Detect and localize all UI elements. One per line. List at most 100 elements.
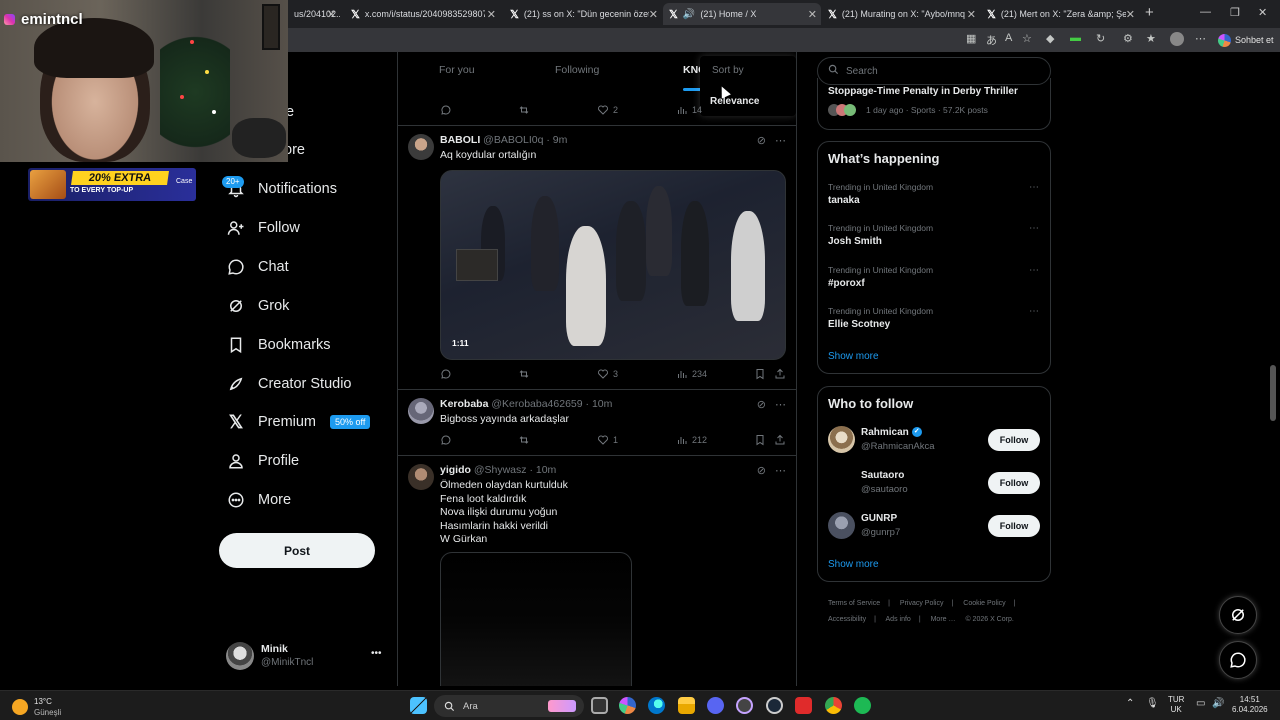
read-aloud-icon[interactable]: A [1005, 32, 1012, 44]
views-button[interactable]: 234 [676, 368, 707, 380]
tweet-author-name[interactable]: yigido [440, 464, 471, 476]
messages-float-button[interactable] [1219, 641, 1257, 679]
avatar[interactable] [408, 134, 434, 160]
show-more-link[interactable]: Show more [828, 351, 879, 362]
footer-link[interactable]: Accessibility [828, 616, 866, 623]
share-icon[interactable] [774, 368, 786, 380]
like-button[interactable]: 3 [597, 368, 618, 380]
tweet-author-name[interactable]: BABOLI [440, 134, 480, 146]
views-button[interactable]: 212 [676, 434, 707, 446]
top-trend-title[interactable]: Stoppage-Time Penalty in Derby Thriller [828, 86, 1018, 97]
sidebar-item-bookmarks[interactable]: Bookmarks [226, 331, 331, 359]
views-button[interactable]: 14 [676, 104, 702, 116]
follow-button[interactable]: Follow [988, 472, 1040, 494]
browser-tab-1[interactable]: us/204102... ✕ [288, 3, 340, 25]
sidebar-item-more[interactable]: More [226, 486, 291, 514]
settings-more-icon[interactable]: ⋯ [1195, 32, 1206, 45]
tweet-time[interactable]: 9m [553, 134, 568, 146]
close-tab-icon[interactable]: ✕ [967, 8, 976, 21]
apps-icon[interactable]: ▦ [966, 32, 976, 45]
extensions-icon[interactable]: ⚙ [1123, 32, 1133, 45]
task-view-icon[interactable] [591, 697, 608, 714]
footer-link[interactable]: More … [931, 616, 956, 623]
browser-tab-3[interactable]: 𝕏 (21) ss on X: "Dün gecenin özeti y... … [504, 3, 662, 25]
tab-knc[interactable]: KNC [683, 64, 701, 76]
sidebar-item-creator-studio[interactable]: Creator Studio [226, 370, 352, 398]
sidebar-item-follow[interactable]: Follow [226, 214, 300, 242]
account-menu-icon[interactable]: ••• [371, 648, 382, 659]
close-tab-icon[interactable]: ✕ [808, 8, 817, 21]
sidebar-item-profile[interactable]: Profile [226, 447, 299, 475]
close-tab-icon[interactable]: ✕ [1126, 8, 1135, 21]
close-window-icon[interactable]: ✕ [1258, 6, 1267, 19]
avatar[interactable] [828, 426, 855, 453]
tweet-author-handle[interactable]: @BABOLI0q [483, 134, 543, 146]
bookmark-icon[interactable] [754, 434, 766, 446]
favorites-icon[interactable]: ★ [1146, 32, 1156, 45]
close-tab-icon[interactable]: ✕ [649, 8, 658, 21]
avatar[interactable] [408, 398, 434, 424]
footer-link[interactable]: Terms of Service [828, 600, 880, 607]
close-tab-icon[interactable]: ✕ [327, 8, 336, 21]
tab-following[interactable]: Following [555, 64, 599, 76]
more-icon[interactable]: ⋯ [1029, 223, 1040, 234]
favorite-star-icon[interactable]: ☆ [1022, 32, 1032, 45]
more-icon[interactable]: ⋯ [775, 464, 786, 477]
footer-link[interactable]: Privacy Policy [900, 600, 944, 607]
browser-tab-5[interactable]: 𝕏 (21) Murating on X: "Aybo/mnq b... ✕ [822, 3, 980, 25]
browser-tab-home[interactable]: 𝕏 🔊 (21) Home / X ✕ [663, 3, 821, 25]
discord-icon[interactable] [707, 697, 724, 714]
copilot-taskbar-icon[interactable] [619, 697, 636, 714]
show-more-link[interactable]: Show more [828, 559, 879, 570]
tweet-author-handle[interactable]: @Shywasz [474, 464, 527, 476]
network-icon[interactable]: ▭ [1196, 698, 1205, 709]
like-button[interactable]: 1 [597, 434, 618, 446]
top-trend-card[interactable]: Stoppage-Time Penalty in Derby Thriller … [817, 78, 1051, 130]
extension-icon[interactable]: ◆ [1046, 32, 1054, 45]
bookmark-icon[interactable] [754, 368, 766, 380]
user-name[interactable]: GUNRP [861, 513, 897, 524]
grok-icon[interactable]: ⊘ [757, 134, 766, 147]
follow-button[interactable]: Follow [988, 429, 1040, 451]
weather-widget[interactable]: 13°C Güneşli [12, 695, 92, 717]
trend-name[interactable]: Josh Smith [828, 236, 882, 247]
extension-green-icon[interactable]: ▬ [1070, 32, 1081, 44]
grok-icon[interactable]: ⊘ [757, 398, 766, 411]
follow-button[interactable]: Follow [988, 515, 1040, 537]
file-explorer-icon[interactable] [678, 697, 695, 714]
language-indicator[interactable]: TUR UK [1168, 695, 1184, 715]
steam-icon[interactable] [766, 697, 783, 714]
microphone-icon[interactable]: 🎙 [1146, 698, 1159, 709]
retweet-icon[interactable] [518, 368, 530, 380]
like-button[interactable]: 2 [597, 104, 618, 116]
grok-float-button[interactable] [1219, 596, 1257, 634]
avatar[interactable] [408, 464, 434, 490]
user-name[interactable]: Rahmican ✓ [861, 427, 922, 438]
taskbar-search[interactable]: Ara [434, 695, 584, 717]
translate-icon[interactable]: あ [986, 32, 997, 48]
grok-icon[interactable]: ⊘ [757, 464, 766, 477]
trend-name[interactable]: #poroxf [828, 278, 865, 289]
tweet-author-name[interactable]: Kerobaba [440, 398, 488, 410]
sidebar-item-grok[interactable]: Grok [226, 292, 289, 320]
profile-avatar-icon[interactable] [1170, 32, 1184, 46]
minimize-icon[interactable]: — [1200, 6, 1211, 18]
more-icon[interactable]: ⋯ [1029, 306, 1040, 317]
user-name[interactable]: Sautaoro [861, 470, 904, 481]
more-icon[interactable]: ⋯ [775, 398, 786, 411]
acrobat-icon[interactable] [795, 697, 812, 714]
retweet-icon[interactable] [518, 104, 530, 116]
trend-name[interactable]: tanaka [828, 195, 860, 206]
more-icon[interactable]: ⋯ [775, 134, 786, 147]
sidebar-item-premium[interactable]: 𝕏 Premium 50% off [226, 408, 371, 436]
close-tab-icon[interactable]: ✕ [487, 8, 496, 21]
tray-chevron-icon[interactable]: ⌃ [1126, 698, 1134, 709]
more-icon[interactable]: ⋯ [1029, 182, 1040, 193]
windows-start-icon[interactable] [410, 697, 427, 714]
clock[interactable]: 14:51 6.04.2026 [1232, 695, 1268, 715]
edge-browser-icon[interactable] [648, 697, 665, 714]
footer-link[interactable]: Ads info [886, 616, 911, 623]
copilot-button[interactable]: Sohbet et [1218, 32, 1274, 48]
retweet-icon[interactable] [518, 434, 530, 446]
trend-name[interactable]: Ellie Scotney [828, 319, 890, 330]
